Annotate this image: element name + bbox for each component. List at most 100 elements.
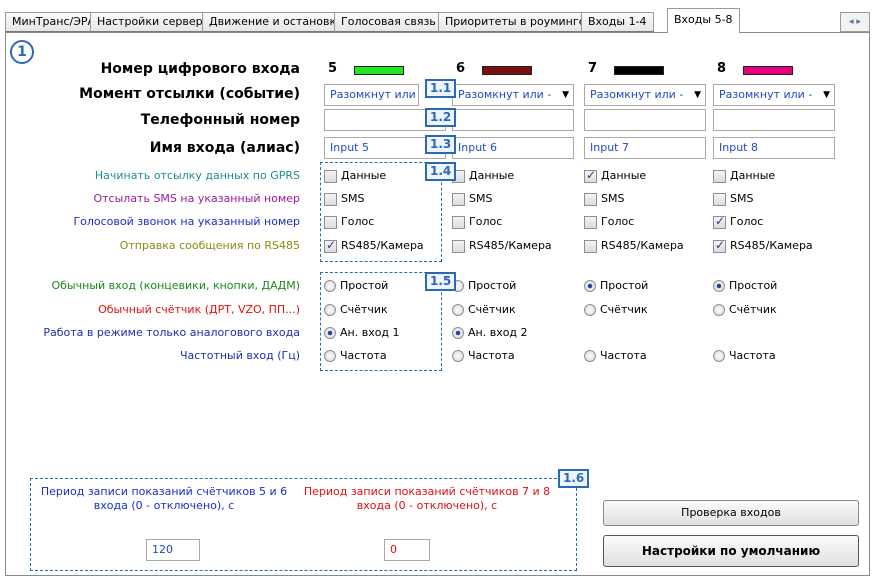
checkbox-box-icon <box>324 192 337 206</box>
check-inputs-button[interactable]: Проверка входов <box>603 500 859 526</box>
radio-counter-6[interactable]: Счётчик <box>452 303 516 317</box>
checkbox-rs485-6[interactable]: RS485/Камера <box>452 239 552 253</box>
checkbox-box-icon <box>324 169 337 183</box>
radio-analog-6[interactable]: Ан. вход 2 <box>452 326 528 340</box>
checkbox-box-icon <box>324 238 337 253</box>
color-swatch-5[interactable] <box>354 66 404 75</box>
checkbox-box-icon <box>584 215 597 229</box>
radio-dot-icon <box>452 350 464 362</box>
input-number-8: 8 <box>717 61 727 76</box>
input-number-7: 7 <box>588 61 598 76</box>
tab-inputs-5-8[interactable]: Входы 5-8 <box>667 8 740 33</box>
callout-1: 1 <box>10 40 34 64</box>
checkbox-voice-8[interactable]: Голос <box>713 214 763 229</box>
radio-label-counter-6: Счётчик <box>468 303 516 316</box>
phone-input-6[interactable] <box>452 109 574 131</box>
phone-input-8[interactable] <box>713 109 835 131</box>
input-number-6: 6 <box>456 61 466 76</box>
checkbox-label-sms-5: SMS <box>341 192 365 205</box>
checkbox-voice-5[interactable]: Голос <box>324 215 374 229</box>
radio-label-analog-5: Ан. вход 1 <box>340 326 400 339</box>
event-select-7[interactable]: Разомкнут или - ▼ <box>584 84 706 106</box>
checkbox-gprs-7[interactable]: Данные <box>584 168 647 183</box>
radio-counter-5[interactable]: Счётчик <box>324 303 388 317</box>
radio-counter-7[interactable]: Счётчик <box>584 303 648 317</box>
label-rs485: Отправка сообщения по RS485 <box>119 239 300 252</box>
defaults-button[interactable]: Настройки по умолчанию <box>603 535 859 567</box>
checkbox-label-voice-5: Голос <box>341 215 375 228</box>
phone-input-7[interactable] <box>584 109 706 131</box>
radio-label-counter-7: Счётчик <box>600 303 648 316</box>
checkbox-voice-7[interactable]: Голос <box>584 215 634 229</box>
radio-freq-5[interactable]: Частота <box>324 349 387 363</box>
radio-simple-7[interactable]: Простой <box>584 279 648 293</box>
tab-scroll-arrows[interactable]: ◂ ▸ <box>840 12 870 32</box>
checkbox-box-icon <box>584 168 597 183</box>
checkbox-sms-5[interactable]: SMS <box>324 192 364 206</box>
checkbox-sms-7[interactable]: SMS <box>584 192 624 206</box>
radio-label-freq-8: Частота <box>729 349 776 362</box>
radio-simple-6[interactable]: Простой <box>452 279 516 293</box>
checkbox-label-voice-7: Голос <box>601 215 635 228</box>
checkbox-label-sms-7: SMS <box>601 192 625 205</box>
color-swatch-6[interactable] <box>482 66 532 75</box>
checkbox-label-rs485-6: RS485/Камера <box>469 239 552 252</box>
tab-server-settings[interactable]: Настройки сервера <box>90 12 217 32</box>
radio-dot-icon <box>713 280 725 292</box>
radio-label-simple-7: Простой <box>600 279 649 292</box>
checkbox-gprs-8[interactable]: Данные <box>713 169 775 183</box>
radio-analog-5[interactable]: Ан. вход 1 <box>324 326 400 340</box>
radio-dot-icon <box>324 304 336 316</box>
radio-label-simple-6: Простой <box>468 279 517 292</box>
checkbox-voice-6[interactable]: Голос <box>452 215 502 229</box>
checkbox-label-voice-6: Голос <box>469 215 503 228</box>
tab-inputs-1-4[interactable]: Входы 1-4 <box>581 12 654 32</box>
radio-simple-5[interactable]: Простой <box>324 279 388 293</box>
checkbox-label-rs485-5: RS485/Камера <box>341 239 424 252</box>
alias-input-8[interactable]: Input 8 <box>713 137 835 159</box>
checkbox-rs485-7[interactable]: RS485/Камера <box>584 239 684 253</box>
radio-dot-icon <box>584 280 596 292</box>
event-select-8[interactable]: Разомкнут или - ▼ <box>713 84 835 106</box>
input-number-5: 5 <box>328 61 338 76</box>
event-select-5[interactable]: Разомкнут или <box>324 84 419 106</box>
radio-freq-6[interactable]: Частота <box>452 349 515 363</box>
event-select-6[interactable]: Разомкнут или - ▼ <box>452 84 574 106</box>
radio-freq-8[interactable]: Частота <box>713 349 776 363</box>
radio-label-simple-5: Простой <box>340 279 389 292</box>
radio-dot-icon <box>452 327 464 339</box>
callout-1-3: 1.3 <box>425 135 457 154</box>
checkbox-gprs-6[interactable]: Данные <box>452 169 514 183</box>
color-swatch-8[interactable] <box>743 66 793 75</box>
tab-roaming[interactable]: Приоритеты в роуминге <box>438 12 593 32</box>
tab-movement[interactable]: Движение и остановки <box>202 12 351 32</box>
tab-mintrans[interactable]: МинТранс/ЭРА <box>5 12 103 32</box>
checkbox-sms-6[interactable]: SMS <box>452 192 492 206</box>
radio-counter-8[interactable]: Счётчик <box>713 303 777 317</box>
radio-label-analog-6: Ан. вход 2 <box>468 326 528 339</box>
event-select-value-5: Разомкнут или <box>330 88 416 101</box>
input-period-5-6[interactable]: 120 <box>146 539 200 561</box>
radio-freq-7[interactable]: Частота <box>584 349 647 363</box>
checkbox-rs485-8[interactable]: RS485/Камера <box>713 238 813 253</box>
checkbox-gprs-5[interactable]: Данные <box>324 169 386 183</box>
tab-voice[interactable]: Голосовая связь <box>334 12 443 32</box>
alias-input-7[interactable]: Input 7 <box>584 137 706 159</box>
label-input-number: Номер цифрового входа <box>100 61 300 77</box>
callout-1-5: 1.5 <box>425 272 457 291</box>
checkbox-label-gprs-7: Данные <box>601 169 647 182</box>
checkbox-box-icon <box>713 238 726 253</box>
checkbox-rs485-5[interactable]: RS485/Камера <box>324 238 424 253</box>
label-phone: Телефонный номер <box>140 112 300 128</box>
checkbox-label-rs485-8: RS485/Камера <box>730 239 813 252</box>
radio-dot-icon <box>324 327 336 339</box>
checkbox-label-gprs-6: Данные <box>469 169 515 182</box>
input-period-7-8[interactable]: 0 <box>384 539 430 561</box>
radio-label-freq-6: Частота <box>468 349 515 362</box>
radio-simple-8[interactable]: Простой <box>713 279 777 293</box>
radio-label-counter-5: Счётчик <box>340 303 388 316</box>
checkbox-sms-8[interactable]: SMS <box>713 192 753 206</box>
color-swatch-7[interactable] <box>614 66 664 75</box>
alias-input-6[interactable]: Input 6 <box>452 137 574 159</box>
label-voice: Голосовой звонок на указанный номер <box>73 215 300 228</box>
